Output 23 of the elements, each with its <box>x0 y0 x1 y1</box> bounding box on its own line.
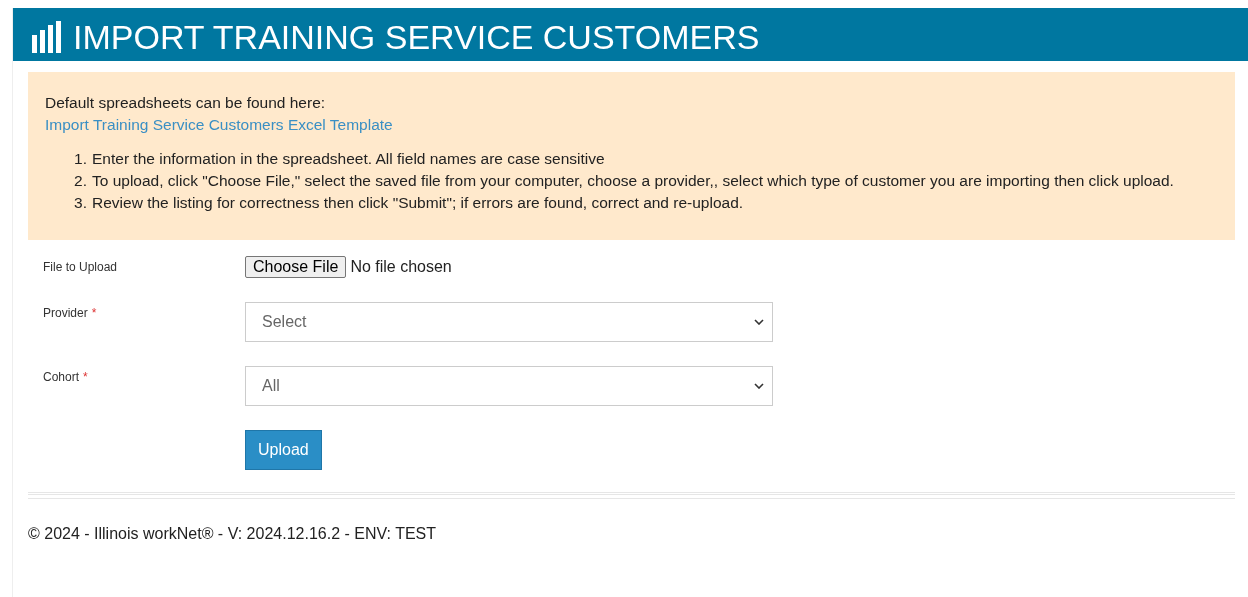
required-mark: * <box>91 306 97 320</box>
instruction-step: Review the listing for correctness then click "Submit"; if errors are found, correct and re-upload. <box>92 192 1198 214</box>
file-status: No file chosen <box>350 258 452 276</box>
template-link[interactable]: Import Training Service Customers Excel Template <box>45 114 1218 136</box>
step-number: 1. <box>73 149 87 169</box>
bar-chart-icon <box>31 21 63 53</box>
footer-text: © 2024 - Illinois workNet® - V: 2024.12.16.2 - ENV: TEST <box>28 524 438 543</box>
dropdown-field[interactable]: All <box>245 366 773 406</box>
upload-button[interactable]: Upload <box>245 430 322 470</box>
chevron-down-icon <box>754 383 764 389</box>
intro-text: Default spreadsheets can be found here: <box>45 93 327 113</box>
instruction-step: Enter the information in the spreadsheet. All field names are case sensitive <box>92 148 1198 170</box>
required-mark: * <box>83 370 88 384</box>
dropdown-field[interactable]: Select <box>245 302 773 342</box>
choose-file-button[interactable]: Choose File <box>245 256 347 278</box>
step-number: 2. <box>73 171 87 191</box>
field-label: Cohort <box>43 370 80 384</box>
field-label: File to Upload <box>43 260 118 274</box>
page-title: IMPORT TRAINING SERVICE CUSTOMERS <box>73 17 760 57</box>
chevron-down-icon <box>754 319 764 325</box>
instruction-step: To upload, click "Choose File," select the saved file from your computer, choose a provider,, select which type of customer you are importing then click upload. <box>92 170 1198 192</box>
field-label: Provider <box>43 306 88 320</box>
step-number: 3. <box>73 193 87 213</box>
